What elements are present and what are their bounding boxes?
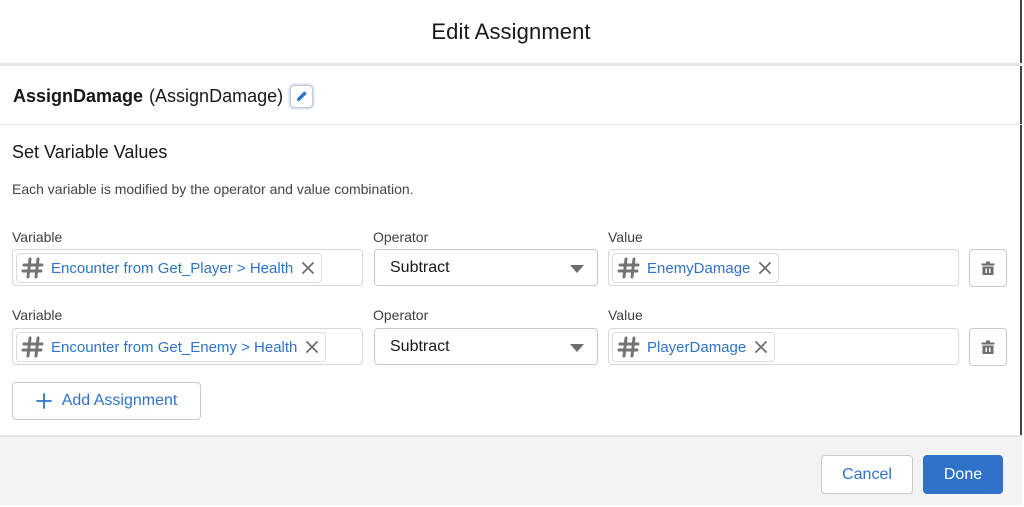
variable-pill[interactable]: Encounter from Get_Enemy > Health [16,332,327,362]
modal-footer: Cancel Done [0,435,1022,505]
section-description: Each variable is modified by the operato… [12,181,414,197]
hash-icon [617,257,640,279]
trash-icon [981,340,995,354]
variable-pill[interactable]: Encounter from Get_Player > Health [16,253,323,283]
close-icon[interactable] [758,261,772,275]
operator-value: Subtract [390,337,450,355]
variable-pill-label: Encounter from Get_Player > Health [51,259,294,277]
cancel-button[interactable]: Cancel [821,455,913,494]
add-assignment-label: Add Assignment [61,392,178,409]
edit-assignment-modal: Edit Assignment AssignDamage (AssignDama… [0,0,1022,505]
operator-value: Subtract [390,258,450,276]
plus-icon [35,393,52,409]
operator-select[interactable]: Subtract [374,328,598,365]
value-field[interactable]: PlayerDamage [608,328,959,365]
value-field[interactable]: EnemyDamage [608,249,959,286]
section-title: Set Variable Values [12,142,168,162]
modal-title: Edit Assignment [431,18,591,44]
close-icon[interactable] [301,261,315,275]
element-api-name: (AssignDamage) [149,86,284,106]
value-pill-label: PlayerDamage [647,338,747,356]
hash-icon [21,257,44,279]
value-pill[interactable]: PlayerDamage [612,332,776,362]
value-pill[interactable]: EnemyDamage [612,253,780,283]
value-label: Value [608,229,643,245]
variable-field[interactable]: Encounter from Get_Enemy > Health [12,328,363,365]
variable-pill-label: Encounter from Get_Enemy > Health [51,338,298,356]
variable-label: Variable [12,229,63,245]
assignment-row: Variable Encounter from Get_Player > Hea… [0,229,1022,299]
variable-label: Variable [12,307,63,323]
edit-element-button[interactable] [290,85,314,108]
operator-select[interactable]: Subtract [374,249,598,286]
delete-assignment-button[interactable] [969,328,1007,366]
caret-down-icon [570,265,584,273]
value-pill-label: EnemyDamage [647,259,751,277]
close-icon[interactable] [754,340,768,354]
assignment-row: Variable Encounter from Get_Enemy > Heal… [0,307,1022,377]
trash-icon [981,261,995,275]
add-assignment-button[interactable]: Add Assignment [12,382,201,420]
operator-label: Operator [373,229,429,245]
operator-label: Operator [373,307,429,323]
value-label: Value [608,307,643,323]
delete-assignment-button[interactable] [969,249,1007,287]
close-icon[interactable] [305,340,319,354]
element-name-row: AssignDamage (AssignDamage) [0,69,1022,125]
caret-down-icon [570,344,584,352]
variable-field[interactable]: Encounter from Get_Player > Health [12,249,363,286]
done-button[interactable]: Done [923,455,1003,494]
hash-icon [21,336,44,358]
element-label: AssignDamage [13,86,144,106]
hash-icon [617,336,640,358]
pencil-icon [297,91,307,101]
modal-header: Edit Assignment [0,0,1022,66]
